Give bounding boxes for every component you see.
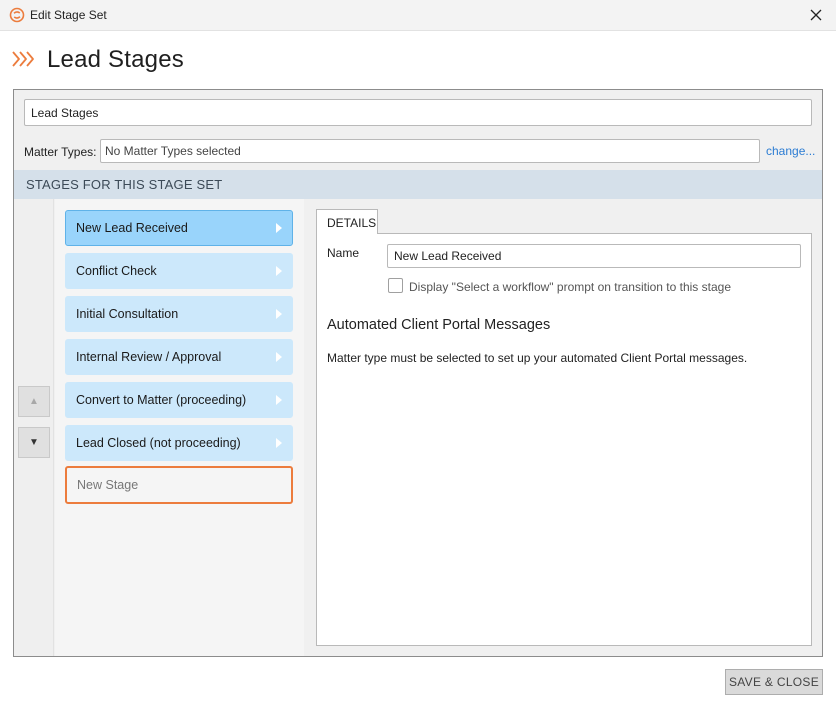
- chevron-right-icon: [276, 266, 282, 276]
- stage-name-input[interactable]: [387, 244, 801, 268]
- stage-item[interactable]: New Lead Received: [65, 210, 293, 246]
- stages-section-title: STAGES FOR THIS STAGE SET: [26, 177, 223, 192]
- chevron-right-icon: [276, 395, 282, 405]
- workflow-prompt-checkbox[interactable]: [388, 278, 403, 293]
- chevron-right-icon: [276, 352, 282, 362]
- new-stage-placeholder: New Stage: [77, 478, 139, 492]
- save-close-button[interactable]: SAVE & CLOSE: [725, 669, 823, 695]
- window-titlebar: Edit Stage Set: [0, 0, 836, 31]
- move-down-button[interactable]: ▼: [18, 427, 50, 458]
- close-icon[interactable]: [804, 4, 828, 26]
- new-stage-input[interactable]: New Stage: [65, 466, 293, 504]
- stage-label: Conflict Check: [76, 264, 157, 278]
- arrow-down-icon: ▼: [29, 437, 39, 448]
- stage-item[interactable]: Internal Review / Approval: [65, 339, 293, 375]
- stage-item[interactable]: Conflict Check: [65, 253, 293, 289]
- stage-label: Lead Closed (not proceeding): [76, 436, 241, 450]
- stage-label: Initial Consultation: [76, 307, 179, 321]
- stage-item[interactable]: Convert to Matter (proceeding): [65, 382, 293, 418]
- matter-types-label: Matter Types:: [24, 145, 97, 159]
- move-up-button[interactable]: ▲: [18, 386, 50, 417]
- arrow-up-icon: ▲: [29, 396, 39, 407]
- acp-info-text: Matter type must be selected to set up y…: [327, 351, 748, 365]
- stage-item[interactable]: Lead Closed (not proceeding): [65, 425, 293, 461]
- workflow-prompt-label: Display "Select a workflow" prompt on tr…: [409, 280, 731, 294]
- change-matter-types-link[interactable]: change...: [766, 144, 815, 158]
- page-title: Lead Stages: [47, 46, 184, 73]
- tab-details[interactable]: DETAILS: [316, 209, 378, 234]
- stage-item[interactable]: Initial Consultation: [65, 296, 293, 332]
- app-logo-icon: [9, 7, 25, 23]
- chevron-right-icon: [276, 223, 282, 233]
- stage-label: Convert to Matter (proceeding): [76, 393, 247, 407]
- chevron-right-icon: [276, 438, 282, 448]
- stage-label: New Lead Received: [76, 221, 188, 235]
- window-title: Edit Stage Set: [30, 8, 107, 22]
- stage-name-label: Name: [327, 246, 360, 260]
- stages-chevron-icon: [12, 50, 38, 73]
- stage-set-name-input[interactable]: [24, 99, 812, 126]
- matter-types-field[interactable]: No Matter Types selected: [100, 139, 760, 163]
- acp-heading: Automated Client Portal Messages: [327, 317, 551, 333]
- details-panel: [316, 233, 812, 646]
- stage-label: Internal Review / Approval: [76, 350, 222, 364]
- chevron-right-icon: [276, 309, 282, 319]
